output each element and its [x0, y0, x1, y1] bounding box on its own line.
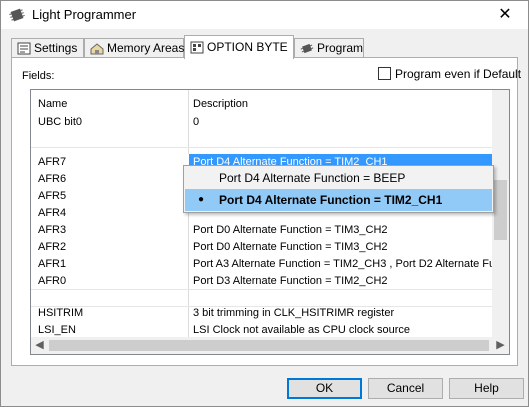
ok-button[interactable]: OK [287, 378, 362, 399]
table-row[interactable]: AFR3 Port D0 Alternate Function = TIM3_C… [31, 222, 493, 239]
tab-program[interactable]: Program [294, 38, 364, 58]
help-button[interactable]: Help [449, 378, 524, 399]
table-row[interactable]: AFR2 Port D0 Alternate Function = TIM3_C… [31, 239, 493, 256]
row-name: AFR2 [38, 241, 67, 253]
scroll-right-arrow-icon[interactable]: ▶ [492, 337, 509, 354]
tab-memory-areas[interactable]: Memory Areas [84, 38, 184, 58]
fields-grid: Name Description UBC bit0 0 AFR7 Port D4… [30, 89, 510, 355]
row-description: 0 [193, 116, 200, 128]
table-row[interactable]: UBC bit0 0 [31, 114, 493, 131]
row-description: 3 bit trimming in CLK_HSITRIMR register [193, 307, 395, 319]
dropdown-option-tim2-ch1[interactable]: ● Port D4 Alternate Function = TIM2_CH1 [185, 189, 492, 211]
program-even-if-default-label: Program even if Default [395, 67, 522, 81]
cancel-button[interactable]: Cancel [368, 378, 443, 399]
column-header-description[interactable]: Description [193, 98, 248, 110]
row-name: AFR0 [38, 275, 67, 287]
title-bar: Light Programmer ✕ [1, 1, 528, 29]
memory-areas-icon [90, 43, 104, 55]
close-icon[interactable]: ✕ [482, 1, 528, 29]
vertical-scroll-thumb[interactable] [494, 180, 507, 240]
column-header-name[interactable]: Name [38, 98, 67, 110]
radio-bullet-icon: ● [198, 194, 205, 205]
table-row[interactable]: AFR0 Port D3 Alternate Function = TIM2_C… [31, 273, 493, 290]
option-byte-icon [190, 41, 204, 54]
settings-icon [17, 42, 31, 55]
table-row[interactable]: HSITRIM 3 bit trimming in CLK_HSITRIMR r… [31, 305, 493, 322]
grid-header: Name Description [31, 90, 509, 114]
dropdown-option-label: Port D4 Alternate Function = BEEP [219, 171, 406, 185]
row-description: Port D0 Alternate Function = TIM3_CH2 [193, 241, 388, 253]
tab-program-label: Program [317, 41, 364, 55]
row-name: AFR7 [38, 156, 67, 168]
vertical-scrollbar[interactable] [492, 90, 509, 339]
row-description: Port D3 Alternate Function = TIM2_CH2 [193, 275, 388, 287]
row-name: AFR1 [38, 258, 67, 270]
app-chip-icon [9, 8, 25, 22]
table-row[interactable]: AFR1 Port A3 Alternate Function = TIM2_C… [31, 256, 493, 273]
dropdown-option-beep[interactable]: Port D4 Alternate Function = BEEP [185, 167, 492, 189]
row-description: Port A3 Alternate Function = TIM2_CH3 , … [193, 258, 493, 270]
tab-settings-label: Settings [34, 41, 78, 55]
horizontal-scroll-thumb[interactable] [49, 340, 489, 351]
tab-option-byte[interactable]: OPTION BYTE [184, 35, 294, 59]
description-dropdown-list: Port D4 Alternate Function = BEEP ● Port… [183, 165, 494, 213]
fields-label: Fields: [22, 70, 55, 82]
light-programmer-window: Light Programmer ✕ Settings Memory Areas [0, 0, 529, 407]
checkbox-box[interactable] [378, 67, 391, 80]
window-title: Light Programmer [32, 7, 137, 22]
horizontal-scrollbar[interactable]: ◀ ▶ [31, 337, 509, 354]
scroll-left-arrow-icon[interactable]: ◀ [31, 337, 48, 354]
row-name: AFR4 [38, 207, 67, 219]
dropdown-option-label: Port D4 Alternate Function = TIM2_CH1 [219, 193, 443, 207]
tab-memory-areas-label: Memory Areas [107, 41, 185, 55]
row-name: UBC bit0 [38, 116, 83, 128]
row-description: Port D0 Alternate Function = TIM3_CH2 [193, 224, 388, 236]
row-name: HSITRIM [38, 307, 84, 319]
row-name: AFR5 [38, 190, 67, 202]
row-name: AFR3 [38, 224, 67, 236]
program-icon [300, 43, 314, 54]
row-name: AFR6 [38, 173, 67, 185]
table-row[interactable] [31, 131, 493, 148]
tab-settings[interactable]: Settings [11, 38, 84, 58]
tab-option-byte-label: OPTION BYTE [207, 40, 288, 54]
